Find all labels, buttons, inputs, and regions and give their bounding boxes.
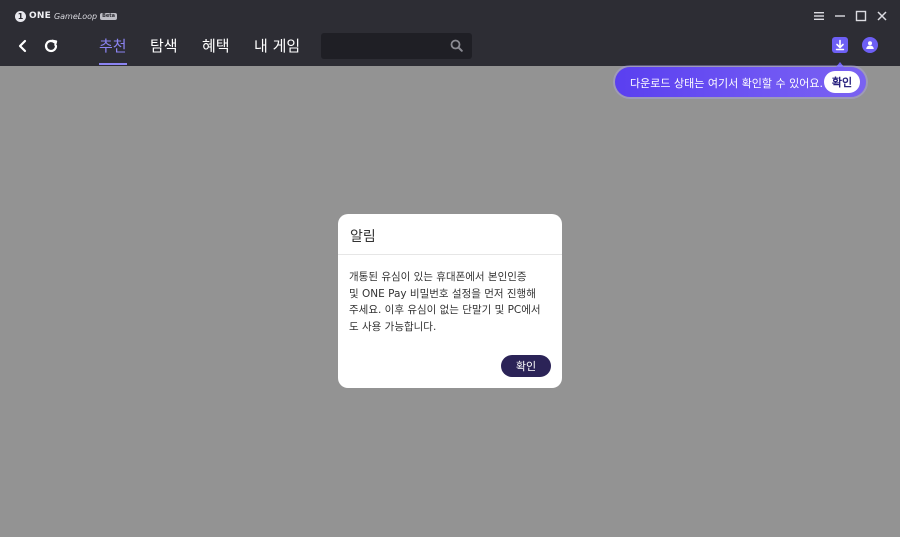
tooltip-confirm-button[interactable]: 확인 [824,71,860,93]
download-manager-button[interactable] [832,37,848,53]
app-logo: 1 ONE GameLoop Beta [15,10,118,22]
menu-icon [814,12,824,20]
minimize-icon [835,15,845,17]
tab-explore[interactable]: 탐색 [150,36,178,66]
title-bar: 1 ONE GameLoop Beta 추천 탐색 혜택 내 게임 [0,0,900,67]
beta-badge: Beta [100,12,118,20]
dialog-divider [338,254,562,255]
user-icon [866,41,874,49]
brand-mark: 1 [15,10,26,22]
notice-dialog: 알림 개통된 유심이 있는 휴대폰에서 본인인증 및 ONE Pay 비밀번호 … [338,214,562,388]
back-arrow-icon [18,39,27,53]
tab-benefits[interactable]: 혜택 [202,36,230,66]
maximize-icon [855,10,867,22]
refresh-button[interactable] [41,36,61,56]
dialog-message-line: 도 사용 가능합니다. [349,320,437,333]
dialog-title: 알림 [350,229,376,245]
dialog-message: 개통된 유심이 있는 휴대폰에서 본인인증 및 ONE Pay 비밀번호 설정을… [349,269,554,335]
maximize-button[interactable] [853,8,869,24]
brand-name: ONE [29,11,51,21]
dialog-message-line: 주세요. 이후 유심이 없는 단말기 및 PC에서 [349,304,541,316]
download-status-tooltip: 다운로드 상태는 여기서 확인할 수 있어요. 확인 [615,67,866,97]
refresh-icon [44,39,58,53]
back-button[interactable] [13,36,33,56]
search-icon[interactable] [450,39,463,52]
menu-button[interactable] [811,8,827,24]
dialog-message-line: 및 ONE Pay 비밀번호 설정을 먼저 진행해 [349,287,536,300]
close-button[interactable] [874,8,890,24]
tab-my-games[interactable]: 내 게임 [254,36,300,66]
tooltip-message: 다운로드 상태는 여기서 확인할 수 있어요. [630,77,824,90]
download-icon [835,39,845,51]
search-box [321,33,472,59]
tab-recommended[interactable]: 추천 [99,36,127,66]
search-input[interactable] [321,33,441,59]
dialog-message-line: 개통된 유심이 있는 휴대폰에서 본인인증 [349,271,527,283]
minimize-button[interactable] [832,8,848,24]
brand-product: GameLoop [53,11,98,21]
close-icon [877,11,887,21]
account-button[interactable] [862,37,878,53]
dialog-confirm-button[interactable]: 확인 [501,355,551,377]
